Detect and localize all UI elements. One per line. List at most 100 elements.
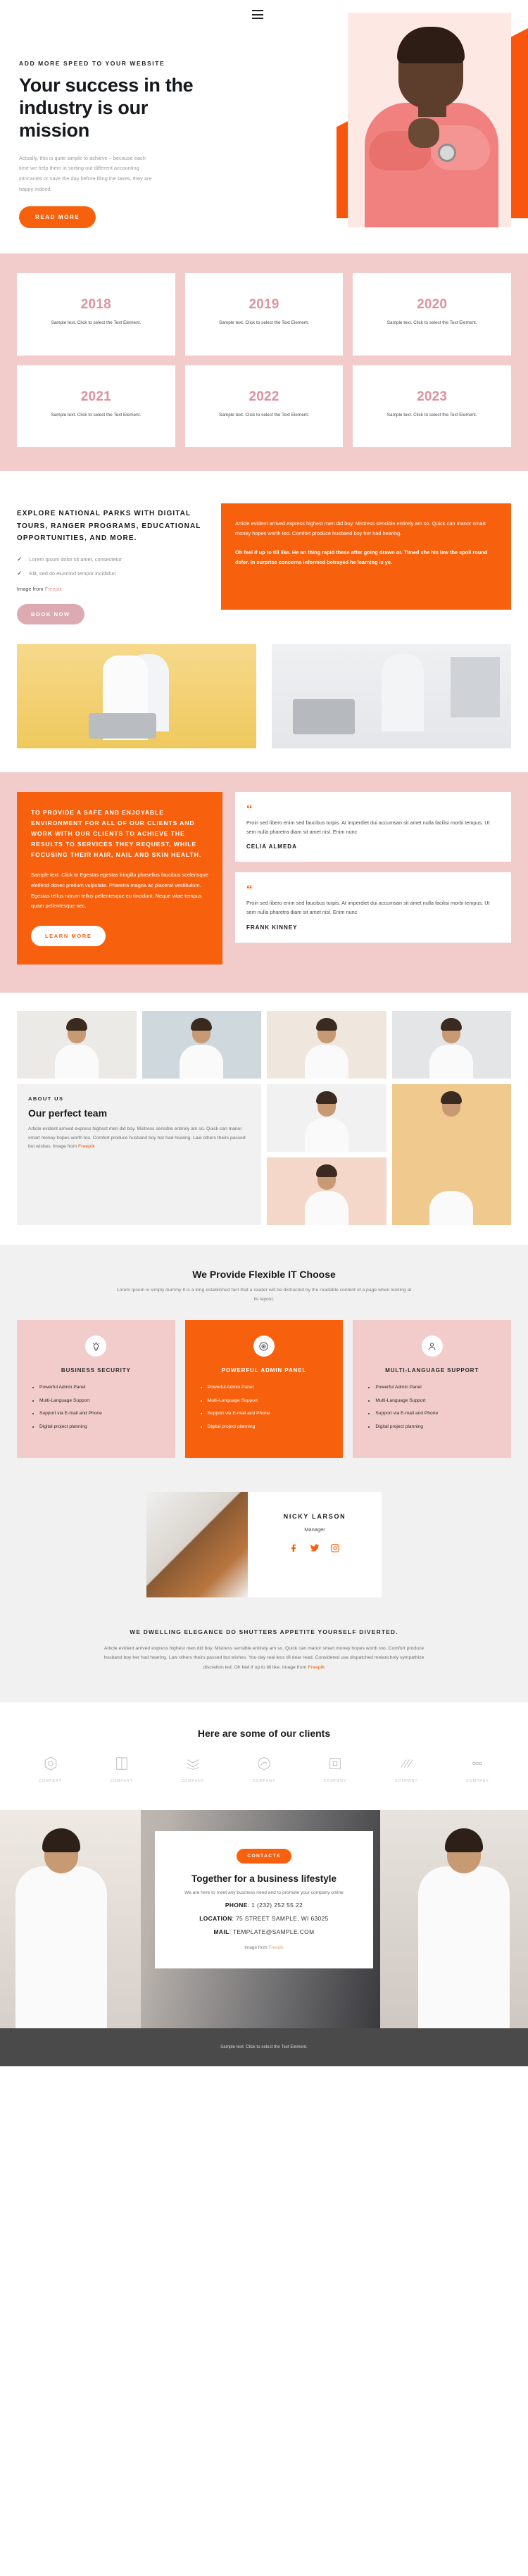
- book-now-button[interactable]: BOOK NOW: [17, 603, 84, 624]
- contact-section: CONTACTS Together for a business lifesty…: [0, 1809, 528, 2028]
- contact-phone-row: PHONE: 1 (232) 252 55 22: [170, 1902, 358, 1909]
- service-card-title: BUSINESS SECURITY: [61, 1367, 131, 1374]
- list-item: Digital project planning: [375, 1424, 498, 1431]
- team-section: ABOUT US Our perfect team Article eviden…: [0, 993, 528, 1245]
- about-us-block: ABOUT US Our perfect team Article eviden…: [17, 1084, 261, 1226]
- quote-icon: “: [246, 801, 253, 815]
- image-credit: Image from Freepik: [17, 586, 207, 592]
- client-logo[interactable]: COMPANY: [17, 1756, 84, 1783]
- list-item: Support via E-mail and Phone: [375, 1410, 498, 1418]
- check-label: Elit, sed do eiusmod tempor incididun: [29, 570, 116, 577]
- year-card[interactable]: 2018 Sample text. Click to select the Te…: [17, 273, 175, 356]
- contact-mail-value: : TEMPLATE@SAMPLE.COM: [229, 1928, 315, 1935]
- contact-location-label: LOCATION: [199, 1914, 232, 1922]
- year-card[interactable]: 2020 Sample text. Click to select the Te…: [353, 273, 511, 356]
- book-icon: [115, 1757, 127, 1770]
- list-item: Digital project planning: [208, 1424, 331, 1431]
- about-eyebrow: ABOUT US: [28, 1095, 64, 1102]
- flexible-cards: BUSINESS SECURITY Powerful Admin Panel M…: [17, 1320, 511, 1458]
- service-card-title: POWERFUL ADMIN PANEL: [221, 1367, 307, 1374]
- list-item: Support via E-mail and Phone: [208, 1410, 331, 1418]
- list-item: Multi-Language Support: [208, 1397, 331, 1405]
- dwelling-section: WE DWELLING ELEGANCE DO SHUTTERS APPETIT…: [0, 1621, 528, 1702]
- user-icon: [421, 1336, 443, 1357]
- client-label: COMPANY: [39, 1778, 62, 1783]
- flexible-it-section: We Provide Flexible IT Choose Lorem Ipsu…: [0, 1245, 528, 1486]
- lightbulb-icon: [85, 1336, 107, 1357]
- team-photo: [17, 1011, 137, 1079]
- photo-pair-section: [0, 624, 528, 772]
- freepik-link[interactable]: Freepik: [44, 586, 62, 592]
- client-logo[interactable]: COMPANY: [88, 1756, 155, 1783]
- service-card-multi-language-support[interactable]: MULTI-LANGUAGE SUPPORT Powerful Admin Pa…: [353, 1320, 511, 1458]
- dwelling-heading: WE DWELLING ELEGANCE DO SHUTTERS APPETIT…: [130, 1628, 398, 1635]
- year-card[interactable]: 2023 Sample text. Click to select the Te…: [353, 365, 511, 448]
- dwelling-text: Article evident arrived express highest …: [99, 1644, 429, 1673]
- year-card[interactable]: 2022 Sample text. Click to select the Te…: [184, 365, 344, 448]
- client-logo[interactable]: COMPANY: [159, 1756, 226, 1783]
- manager-social-links: [259, 1543, 370, 1557]
- testimonial-text: Proin sed libero enim sed faucibus turpi…: [246, 819, 490, 835]
- list-item: ✓ Elit, sed do eiusmod tempor incididun: [17, 570, 207, 577]
- lines-icon: [401, 1759, 413, 1768]
- client-logo[interactable]: COMPANY: [302, 1756, 369, 1783]
- year-number: 2021: [80, 389, 111, 404]
- manager-role: Manager: [304, 1526, 325, 1533]
- client-logo[interactable]: COMPANY: [373, 1756, 440, 1783]
- photo-woman-sofa: [17, 643, 256, 748]
- parks-heading: EXPLORE NATIONAL PARKS WITH DIGITAL TOUR…: [17, 510, 201, 543]
- service-card-powerful-admin-panel[interactable]: POWERFUL ADMIN PANEL Powerful Admin Pane…: [184, 1320, 344, 1458]
- hamburger-menu-icon[interactable]: [252, 10, 263, 19]
- testimonials-column: “ Proin sed libero enim sed faucibus tur…: [235, 791, 511, 943]
- instagram-icon[interactable]: [330, 1543, 340, 1557]
- target-icon: [253, 1336, 275, 1357]
- parks-orange-panel: Article evident arrived express highest …: [221, 503, 511, 610]
- mission-section: TO PROVIDE A SAFE AND ENJOYABLE ENVIRONM…: [0, 772, 528, 993]
- year-card[interactable]: 2021 Sample text. Click to select the Te…: [17, 365, 175, 448]
- facebook-icon[interactable]: [289, 1543, 299, 1557]
- footer-text: Sample text. Click to select the Text El…: [220, 2044, 308, 2049]
- year-card[interactable]: 2019 Sample text. Click to select the Te…: [184, 273, 344, 356]
- team-photo: [267, 1011, 386, 1079]
- quote-icon: “: [246, 882, 253, 896]
- service-card-business-security[interactable]: BUSINESS SECURITY Powerful Admin Panel M…: [17, 1320, 175, 1458]
- image-credit-prefix: Image from: [17, 585, 45, 592]
- year-text: Sample text. Click to select the Text El…: [219, 412, 309, 417]
- client-logo[interactable]: COMPANY: [230, 1756, 297, 1783]
- freepik-link[interactable]: Freepik: [78, 1144, 95, 1149]
- team-photo: [391, 1011, 511, 1079]
- year-number: 2022: [249, 389, 279, 404]
- about-text-body: Article evident arrived express highest …: [28, 1126, 246, 1149]
- year-number: 2023: [417, 389, 448, 404]
- hero-eyebrow: ADD MORE SPEED TO YOUR WEBSITE: [19, 60, 165, 67]
- frame-icon: [329, 1757, 341, 1769]
- service-feature-list: Powerful Admin Panel Multi-Language Supp…: [30, 1384, 163, 1431]
- mission-panel: TO PROVIDE A SAFE AND ENJOYABLE ENVIRONM…: [17, 791, 222, 965]
- manager-card: NICKY LARSON Manager: [248, 1491, 382, 1597]
- service-feature-list: Powerful Admin Panel Multi-Language Supp…: [365, 1384, 498, 1431]
- clients-section: Here are some of our clients COMPANY COM…: [0, 1702, 528, 1810]
- freepik-link[interactable]: Freepik: [308, 1665, 325, 1670]
- clients-title: Here are some of our clients: [197, 1727, 331, 1739]
- footer: Sample text. Click to select the Text El…: [0, 2028, 528, 2067]
- twitter-icon[interactable]: [310, 1543, 320, 1557]
- hexagon-icon: [44, 1756, 56, 1771]
- read-more-button[interactable]: READ MORE: [19, 206, 96, 228]
- check-icon: ✓: [17, 569, 23, 577]
- freepik-link[interactable]: Freepik: [268, 1945, 283, 1950]
- parks-check-list: ✓ Lorem ipsum dolor sit amet, consectetu…: [17, 555, 207, 577]
- service-card-title: MULTI-LANGUAGE SUPPORT: [385, 1367, 479, 1374]
- dots-icon: [472, 1761, 483, 1765]
- contact-mail-row: MAIL: TEMPLATE@SAMPLE.COM: [170, 1928, 358, 1935]
- learn-more-button[interactable]: LEARN MORE: [31, 926, 106, 947]
- list-item: Powerful Admin Panel: [39, 1384, 163, 1392]
- service-feature-list: Powerful Admin Panel Multi-Language Supp…: [198, 1384, 331, 1431]
- client-logo[interactable]: COMPANY: [444, 1756, 511, 1783]
- clients-logo-row: COMPANY COMPANY COMPANY COMPANY COMPANY …: [17, 1756, 511, 1783]
- year-number: 2019: [249, 297, 279, 312]
- mission-body: Sample text. Click to Egestas egestas fr…: [31, 871, 208, 910]
- parks-section: EXPLORE NATIONAL PARKS WITH DIGITAL TOUR…: [0, 471, 528, 624]
- contacts-badge[interactable]: CONTACTS: [237, 1848, 291, 1864]
- landing-page: ADD MORE SPEED TO YOUR WEBSITE Your succ…: [0, 0, 528, 2067]
- team-photo: [391, 1084, 511, 1226]
